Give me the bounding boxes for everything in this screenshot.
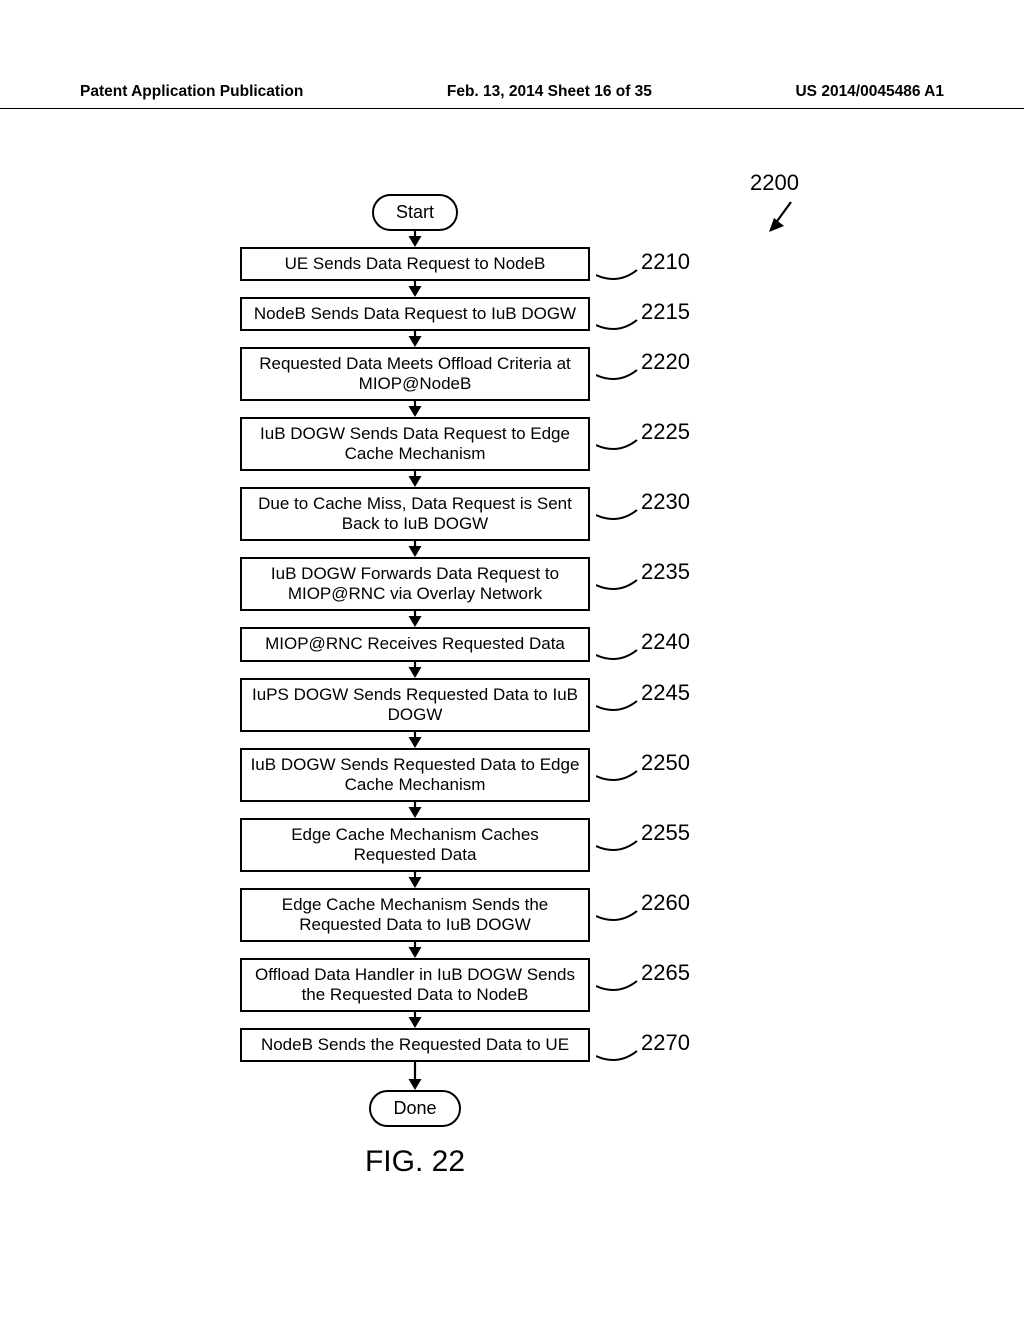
arrow-down-icon bbox=[408, 942, 422, 958]
process-step: IuB DOGW Sends Data Request to Edge Cach… bbox=[240, 417, 590, 471]
step-callout: 2240 bbox=[641, 629, 690, 655]
header-publication-label: Patent Application Publication bbox=[80, 83, 303, 101]
flowchart-column: Start UE Sends Data Request to NodeB 221… bbox=[230, 170, 600, 1179]
step-callout: 2225 bbox=[641, 419, 690, 445]
callout-number: 2245 bbox=[641, 680, 690, 705]
callout-number: 2265 bbox=[641, 960, 690, 985]
step-text: Edge Cache Mechanism Caches Requested Da… bbox=[291, 825, 539, 864]
header-date-sheet: Feb. 13, 2014 Sheet 16 of 35 bbox=[447, 83, 652, 101]
header-pubnumber: US 2014/0045486 A1 bbox=[795, 83, 944, 101]
figure-reference-arrow-icon bbox=[769, 200, 799, 237]
step-callout: 2250 bbox=[641, 750, 690, 776]
step-text: UE Sends Data Request to NodeB bbox=[285, 254, 546, 273]
callout-number: 2235 bbox=[641, 559, 690, 584]
process-step: NodeB Sends Data Request to IuB DOGW bbox=[240, 297, 590, 331]
page-header: Patent Application Publication Feb. 13, … bbox=[80, 83, 944, 101]
arrow-down-icon bbox=[408, 662, 422, 678]
start-label: Start bbox=[396, 202, 434, 222]
step-callout: 2230 bbox=[641, 489, 690, 515]
step-callout: 2255 bbox=[641, 820, 690, 846]
arrow-down-icon bbox=[408, 611, 422, 627]
arrow-down-icon bbox=[408, 231, 422, 247]
arrow-down-icon bbox=[408, 872, 422, 888]
step-callout: 2210 bbox=[641, 249, 690, 275]
figure-22: 2200 Start UE Sends Data Request to Node… bbox=[0, 170, 1024, 1179]
arrow-down-icon bbox=[408, 1012, 422, 1028]
step-callout: 2235 bbox=[641, 559, 690, 585]
step-text: Requested Data Meets Offload Criteria at… bbox=[259, 354, 571, 393]
figure-reference-number: 2200 bbox=[750, 170, 799, 196]
step-text: IuB DOGW Forwards Data Request to MIOP@R… bbox=[271, 564, 559, 603]
callout-number: 2210 bbox=[641, 249, 690, 274]
callout-number: 2250 bbox=[641, 750, 690, 775]
step-callout: 2220 bbox=[641, 349, 690, 375]
process-step: MIOP@RNC Receives Requested Data bbox=[240, 627, 590, 661]
step-callout: 2215 bbox=[641, 299, 690, 325]
step-text: Offload Data Handler in IuB DOGW Sends t… bbox=[255, 965, 575, 1004]
step-text: Edge Cache Mechanism Sends the Requested… bbox=[282, 895, 549, 934]
process-step: IuPS DOGW Sends Requested Data to IuB DO… bbox=[240, 678, 590, 732]
done-label: Done bbox=[393, 1098, 436, 1118]
step-text: Due to Cache Miss, Data Request is Sent … bbox=[258, 494, 572, 533]
callout-number: 2270 bbox=[641, 1030, 690, 1055]
process-step: UE Sends Data Request to NodeB bbox=[240, 247, 590, 281]
step-callout: 2260 bbox=[641, 890, 690, 916]
arrow-down-icon bbox=[408, 541, 422, 557]
callout-number: 2225 bbox=[641, 419, 690, 444]
callout-number: 2230 bbox=[641, 489, 690, 514]
arrow-down-icon bbox=[408, 732, 422, 748]
arrow-down-icon bbox=[408, 281, 422, 297]
step-text: IuB DOGW Sends Requested Data to Edge Ca… bbox=[251, 755, 580, 794]
callout-number: 2255 bbox=[641, 820, 690, 845]
process-step: NodeB Sends the Requested Data to UE bbox=[240, 1028, 590, 1062]
step-callout: 2265 bbox=[641, 960, 690, 986]
step-text: NodeB Sends Data Request to IuB DOGW bbox=[254, 304, 576, 323]
callout-number: 2220 bbox=[641, 349, 690, 374]
arrow-down-icon bbox=[408, 401, 422, 417]
process-step: IuB DOGW Forwards Data Request to MIOP@R… bbox=[240, 557, 590, 611]
step-text: IuB DOGW Sends Data Request to Edge Cach… bbox=[260, 424, 570, 463]
arrow-down-icon bbox=[408, 802, 422, 818]
process-step: Requested Data Meets Offload Criteria at… bbox=[240, 347, 590, 401]
step-callout: 2270 bbox=[641, 1030, 690, 1056]
process-step: Edge Cache Mechanism Caches Requested Da… bbox=[240, 818, 590, 872]
callout-number: 2215 bbox=[641, 299, 690, 324]
callout-number: 2260 bbox=[641, 890, 690, 915]
step-callout: 2245 bbox=[641, 680, 690, 706]
figure-title: FIG. 22 bbox=[230, 1145, 600, 1179]
arrow-down-icon bbox=[408, 331, 422, 347]
step-text: IuPS DOGW Sends Requested Data to IuB DO… bbox=[252, 685, 578, 724]
header-rule bbox=[0, 108, 1024, 109]
step-text: MIOP@RNC Receives Requested Data bbox=[265, 634, 565, 653]
process-step: Due to Cache Miss, Data Request is Sent … bbox=[240, 487, 590, 541]
process-step: Edge Cache Mechanism Sends the Requested… bbox=[240, 888, 590, 942]
callout-number: 2240 bbox=[641, 629, 690, 654]
arrow-down-icon bbox=[408, 1062, 422, 1090]
terminator-done: Done bbox=[369, 1090, 460, 1127]
process-step: IuB DOGW Sends Requested Data to Edge Ca… bbox=[240, 748, 590, 802]
step-text: NodeB Sends the Requested Data to UE bbox=[261, 1035, 569, 1054]
process-step: Offload Data Handler in IuB DOGW Sends t… bbox=[240, 958, 590, 1012]
terminator-start: Start bbox=[372, 194, 458, 231]
arrow-down-icon bbox=[408, 471, 422, 487]
